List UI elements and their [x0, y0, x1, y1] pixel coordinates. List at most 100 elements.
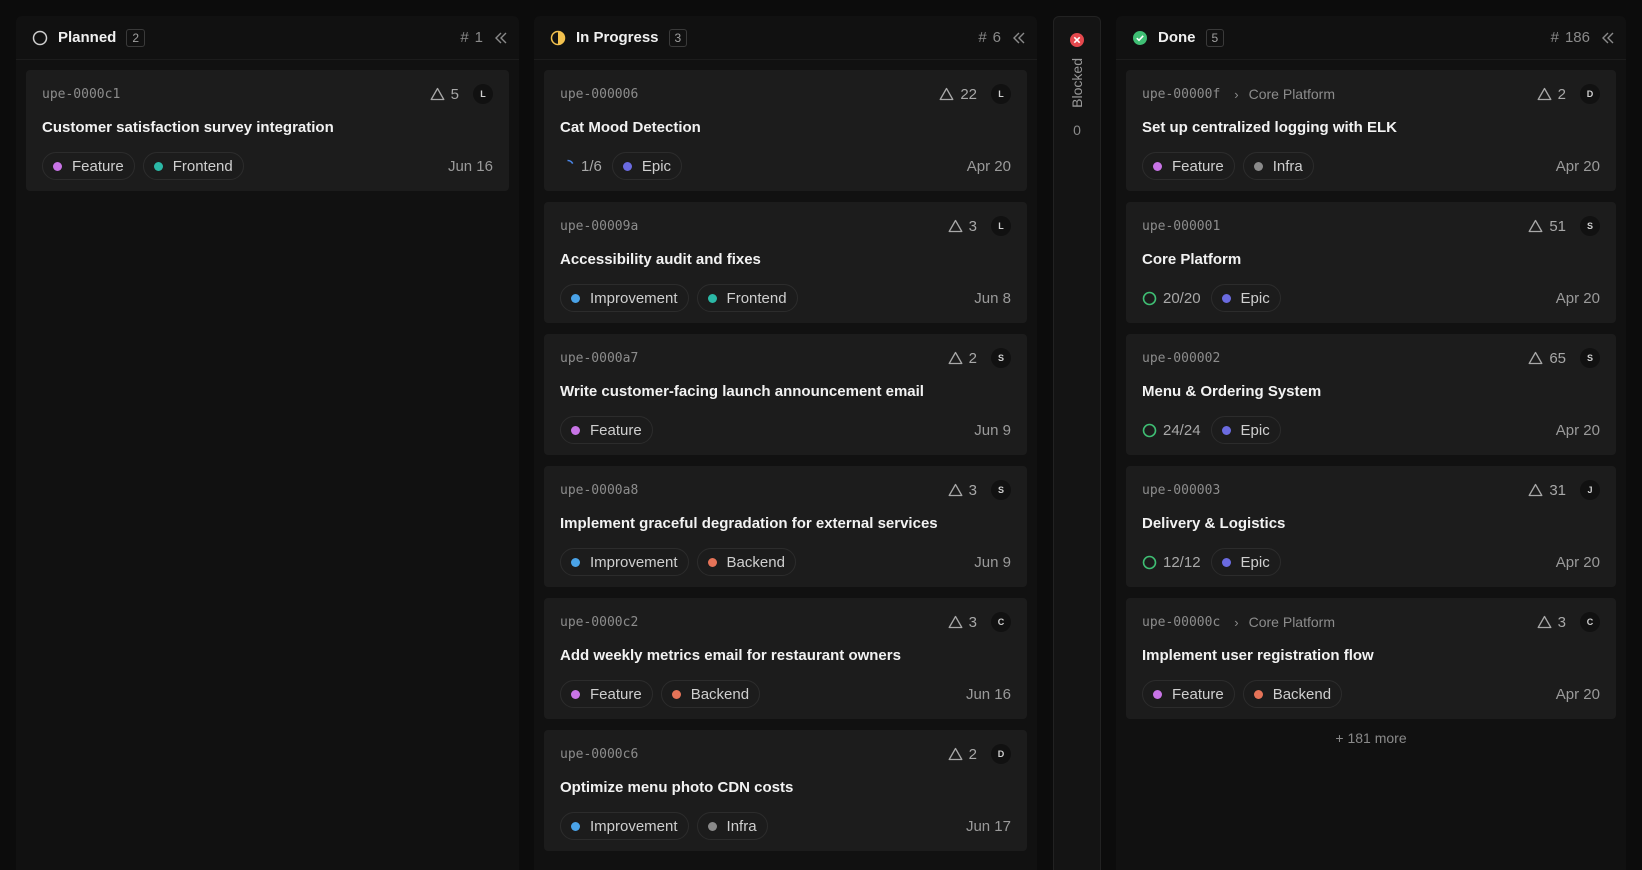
card-header: upe-000006 22 L — [560, 84, 1011, 104]
issue-card[interactable]: upe-000002 65 S Menu & Ordering System 24/24… — [1126, 334, 1616, 455]
label-tag[interactable]: Feature — [1142, 152, 1235, 180]
label-tag[interactable]: Frontend — [142, 152, 244, 180]
label-tag[interactable]: Epic — [1210, 284, 1281, 312]
half-circle-icon — [550, 30, 566, 45]
story-points-value: 3 — [1557, 613, 1566, 631]
triangle-icon — [1528, 483, 1543, 497]
assignee-avatar[interactable]: S — [991, 348, 1011, 368]
issue-card[interactable]: upe-00000c › Core Platform 3 C Implement user… — [1126, 598, 1616, 719]
show-more-link[interactable]: + 181 more — [1116, 730, 1626, 746]
label-tag[interactable]: Epic — [1210, 416, 1281, 444]
story-points: 3 — [948, 482, 977, 499]
issue-card[interactable]: upe-0000c6 2 D Optimize menu photo CDN cost… — [544, 730, 1027, 851]
card-header: upe-0000c1 5 L — [42, 84, 493, 104]
subtask-progress-value: 1/6 — [581, 157, 602, 175]
issue-id: upe-00000c — [1142, 614, 1221, 630]
collapse-chevrons-icon[interactable] — [1011, 30, 1027, 46]
label-tag[interactable]: Improvement — [560, 548, 689, 576]
label-text: Feature — [1172, 157, 1224, 175]
assignee-avatar[interactable]: D — [1580, 84, 1600, 104]
assignee-avatar[interactable]: S — [1580, 348, 1600, 368]
label-tag[interactable]: Feature — [560, 416, 653, 444]
column-blocked[interactable]: Blocked 0 — [1053, 16, 1101, 870]
label-tag[interactable]: Epic — [1210, 548, 1281, 576]
issue-card[interactable]: upe-000001 51 S Core Platform 20/20 Epic Apr 2… — [1126, 202, 1616, 323]
card-footer: Improvement Backend Jun 9 — [560, 547, 1011, 577]
label-dot-icon — [707, 821, 717, 831]
kanban-board: Planned 2 #1 upe-0000c1 5 L Customer satisf… — [0, 0, 1642, 870]
card-footer: 24/24 Epic Apr 20 — [1142, 415, 1600, 445]
chevron-right-icon: › — [1234, 86, 1239, 102]
label-tag[interactable]: Infra — [696, 812, 768, 840]
issue-card[interactable]: upe-0000a7 2 S Write customer-facing launch… — [544, 334, 1027, 455]
progress-ring-icon — [1142, 555, 1157, 569]
subtask-progress-value: 20/20 — [1163, 289, 1201, 307]
label-tag[interactable]: Feature — [560, 680, 653, 708]
assignee-avatar[interactable]: C — [991, 612, 1011, 632]
column-count-badge: 5 — [1205, 28, 1225, 47]
issue-card[interactable]: upe-0000c2 3 C Add weekly metrics email for… — [544, 598, 1027, 719]
label-tag[interactable]: Improvement — [560, 812, 689, 840]
label-text: Epic — [1240, 421, 1270, 439]
parent-issue-link[interactable]: Core Platform — [1249, 614, 1335, 630]
card-footer: Feature Infra Apr 20 — [1142, 151, 1600, 181]
due-date: Apr 20 — [966, 157, 1011, 175]
subtask-progress: 12/12 — [1142, 554, 1201, 571]
story-points: 31 — [1528, 482, 1566, 499]
due-date: Jun 9 — [974, 553, 1011, 571]
assignee-avatar[interactable]: D — [991, 744, 1011, 764]
label-tag[interactable]: Infra — [1242, 152, 1314, 180]
collapse-chevrons-icon[interactable] — [1600, 30, 1616, 46]
label-tag[interactable]: Backend — [660, 680, 761, 708]
circle-outline-icon — [32, 30, 48, 45]
issue-title: Optimize menu photo CDN costs — [560, 779, 794, 796]
label-tag[interactable]: Epic — [611, 152, 683, 180]
issue-card[interactable]: upe-00000f › Core Platform 2 D Set up central… — [1126, 70, 1616, 191]
issue-card[interactable]: upe-000006 22 L Cat Mood Detection 1/6 Epic Ap… — [544, 70, 1027, 191]
card-footer: Feature Backend Apr 20 — [1142, 679, 1600, 709]
label-tag[interactable]: Feature — [42, 152, 135, 180]
story-points: 22 — [939, 86, 977, 103]
triangle-icon — [1528, 219, 1543, 233]
issue-title: Delivery & Logistics — [1142, 515, 1286, 532]
label-dot-icon — [571, 425, 580, 435]
label-tag[interactable]: Backend — [696, 548, 796, 576]
issue-card[interactable]: upe-00009a 3 L Accessibility audit and fixe… — [544, 202, 1027, 323]
label-text: Frontend — [726, 289, 787, 307]
assignee-avatar[interactable]: J — [1580, 480, 1600, 500]
issue-card[interactable]: upe-0000a8 3 S Implement graceful degradati… — [544, 466, 1027, 587]
label-text: Feature — [590, 421, 642, 439]
label-text: Feature — [1172, 685, 1224, 703]
assignee-avatar[interactable]: S — [991, 480, 1011, 500]
label-dot-icon — [571, 821, 580, 831]
label-dot-icon — [1253, 161, 1263, 171]
issue-id: upe-00009a — [560, 218, 639, 234]
assignee-avatar[interactable]: C — [1580, 612, 1600, 632]
story-points: 2 — [948, 350, 977, 367]
collapse-chevrons-icon[interactable] — [493, 30, 509, 46]
assignee-avatar[interactable]: L — [991, 84, 1011, 104]
column-title: Blocked — [1069, 58, 1085, 108]
issue-card[interactable]: upe-000003 31 J Delivery & Logistics 12/12 Ep… — [1126, 466, 1616, 587]
assignee-avatar[interactable]: L — [991, 216, 1011, 236]
label-tag[interactable]: Backend — [1242, 680, 1343, 708]
column-count: 0 — [1073, 121, 1081, 138]
story-points-value: 2 — [968, 349, 977, 367]
label-tag[interactable]: Feature — [1142, 680, 1235, 708]
story-points: 2 — [948, 746, 977, 763]
issue-id: upe-0000c6 — [560, 746, 639, 762]
label-tag[interactable]: Frontend — [696, 284, 798, 312]
label-text: Backend — [726, 553, 785, 571]
story-points-value: 3 — [968, 481, 977, 499]
issue-card[interactable]: upe-0000c1 5 L Customer satisfaction survey… — [26, 70, 509, 191]
column-count-badge: 2 — [126, 28, 146, 47]
issue-id: upe-000001 — [1142, 218, 1221, 234]
label-dot-icon — [1153, 689, 1162, 699]
label-tag[interactable]: Improvement — [560, 284, 689, 312]
label-text: Epic — [1240, 553, 1270, 571]
card-header: upe-0000c2 3 C — [560, 612, 1011, 632]
assignee-avatar[interactable]: S — [1580, 216, 1600, 236]
parent-issue-link[interactable]: Core Platform — [1249, 86, 1335, 102]
card-header: upe-000003 31 J — [1142, 480, 1600, 500]
assignee-avatar[interactable]: L — [473, 84, 493, 104]
